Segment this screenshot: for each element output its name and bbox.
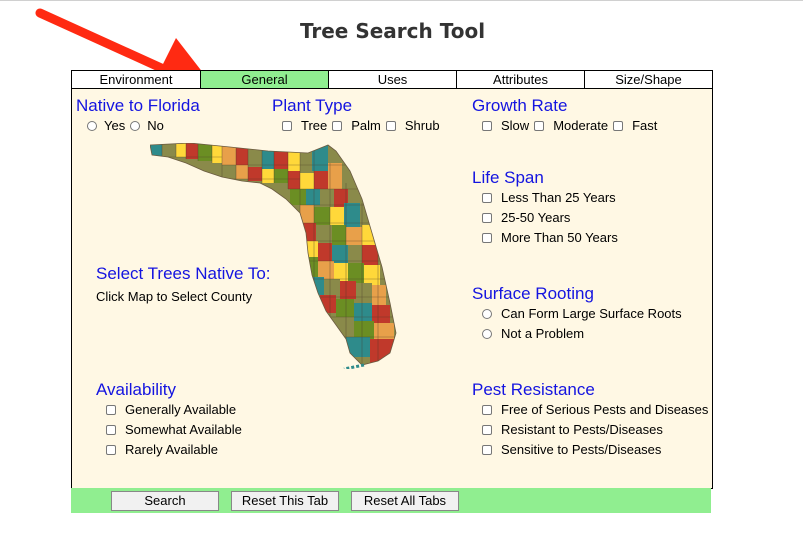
page-title: Tree Search Tool xyxy=(299,19,486,43)
life-span-less-25-option[interactable]: Less Than 25 Years xyxy=(482,188,618,208)
life-span-25-50-option[interactable]: 25-50 Years xyxy=(482,208,618,228)
growth-rate-options: Slow Moderate Fast xyxy=(482,116,662,136)
tab-attributes[interactable]: Attributes xyxy=(456,70,584,89)
native-options: Yes No xyxy=(87,116,169,136)
native-yes-radio[interactable] xyxy=(87,121,97,131)
growth-moderate-option[interactable]: Moderate xyxy=(534,116,608,136)
reset-all-tabs-button[interactable]: Reset All Tabs xyxy=(351,491,459,511)
surface-rooting-options: Can Form Large Surface Roots Not a Probl… xyxy=(482,304,682,344)
native-no-option[interactable]: No xyxy=(130,116,164,136)
generally-checkbox[interactable] xyxy=(106,405,116,415)
reset-tab-button[interactable]: Reset This Tab xyxy=(231,491,339,511)
search-button[interactable]: Search xyxy=(111,491,219,511)
surface-roots-large-option[interactable]: Can Form Large Surface Roots xyxy=(482,304,682,324)
native-yes-option[interactable]: Yes xyxy=(87,116,125,136)
pest-resistant-option[interactable]: Resistant to Pests/Diseases xyxy=(482,420,708,440)
plant-type-heading: Plant Type xyxy=(272,96,353,115)
life-span-heading: Life Span xyxy=(472,168,544,187)
slow-checkbox[interactable] xyxy=(482,121,492,131)
pest-free-option[interactable]: Free of Serious Pests and Diseases xyxy=(482,400,708,420)
tab-uses[interactable]: Uses xyxy=(328,70,456,89)
availability-somewhat-option[interactable]: Somewhat Available xyxy=(106,420,242,440)
pest-sensitive-checkbox[interactable] xyxy=(482,445,492,455)
fast-checkbox[interactable] xyxy=(613,121,624,131)
more-50-checkbox[interactable] xyxy=(482,233,492,243)
tab-size-shape[interactable]: Size/Shape xyxy=(584,70,713,89)
tab-environment[interactable]: Environment xyxy=(71,70,200,89)
florida-county-map[interactable] xyxy=(150,143,412,369)
moderate-checkbox[interactable] xyxy=(534,121,545,131)
pest-sensitive-option[interactable]: Sensitive to Pests/Diseases xyxy=(482,440,708,460)
growth-fast-option[interactable]: Fast xyxy=(613,116,657,136)
plant-type-palm-option[interactable]: Palm xyxy=(332,116,381,136)
plant-type-tree-option[interactable]: Tree xyxy=(282,116,327,136)
tab-general[interactable]: General xyxy=(200,70,328,89)
life-span-more-50-option[interactable]: More Than 50 Years xyxy=(482,228,618,248)
palm-checkbox[interactable] xyxy=(332,121,343,131)
county-regions[interactable] xyxy=(150,143,412,369)
not-problem-radio[interactable] xyxy=(482,329,492,339)
map-hint: Click Map to Select County xyxy=(96,289,253,304)
large-roots-radio[interactable] xyxy=(482,309,492,319)
less-25-checkbox[interactable] xyxy=(482,193,492,203)
span-25-50-checkbox[interactable] xyxy=(482,213,492,223)
florida-keys[interactable] xyxy=(343,363,365,369)
surface-rooting-heading: Surface Rooting xyxy=(472,284,594,303)
native-no-radio[interactable] xyxy=(130,121,141,131)
tree-checkbox[interactable] xyxy=(282,121,292,131)
growth-slow-option[interactable]: Slow xyxy=(482,116,529,136)
select-native-heading: Select Trees Native To: xyxy=(96,264,271,283)
pest-resistant-checkbox[interactable] xyxy=(482,425,492,435)
life-span-options: Less Than 25 Years 25-50 Years More Than… xyxy=(482,188,618,248)
availability-rarely-option[interactable]: Rarely Available xyxy=(106,440,242,460)
pest-resistance-heading: Pest Resistance xyxy=(472,380,595,399)
availability-generally-option[interactable]: Generally Available xyxy=(106,400,242,420)
pest-resistance-options: Free of Serious Pests and Diseases Resis… xyxy=(482,400,708,460)
somewhat-checkbox[interactable] xyxy=(106,425,116,435)
tab-bar: Environment General Uses Attributes Size… xyxy=(71,70,713,89)
availability-heading: Availability xyxy=(96,380,177,399)
growth-rate-heading: Growth Rate xyxy=(472,96,568,115)
plant-type-options: Tree Palm Shrub xyxy=(282,116,445,136)
pest-free-checkbox[interactable] xyxy=(482,405,492,415)
native-to-florida-heading: Native to Florida xyxy=(76,96,200,115)
plant-type-shrub-option[interactable]: Shrub xyxy=(385,116,440,136)
rarely-checkbox[interactable] xyxy=(106,445,116,455)
shrub-checkbox[interactable] xyxy=(385,121,396,131)
surface-roots-no-problem-option[interactable]: Not a Problem xyxy=(482,324,682,344)
availability-options: Generally Available Somewhat Available R… xyxy=(106,400,242,460)
